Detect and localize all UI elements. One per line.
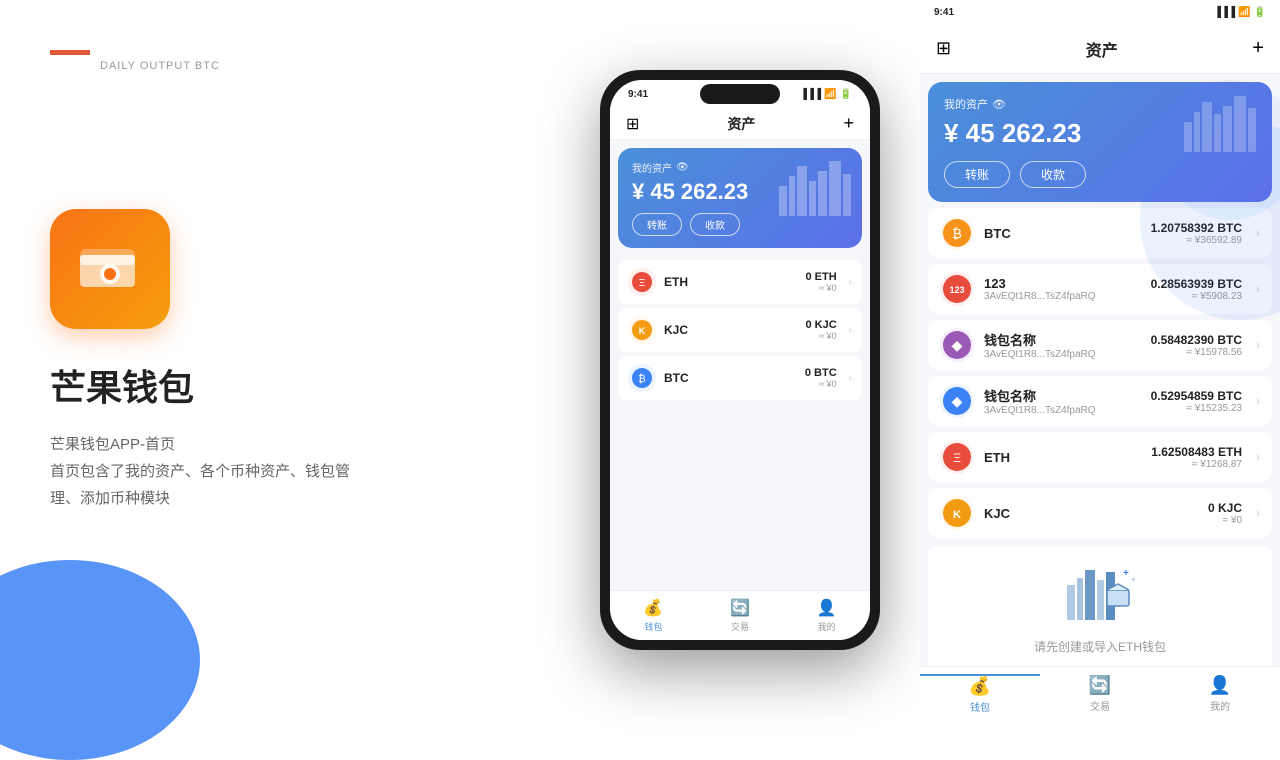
btc-icon: ₿	[628, 364, 656, 392]
right-profile-tab-icon: 👤	[1209, 675, 1231, 696]
wallet-tab-icon: 💰	[643, 598, 663, 618]
kjc-icon: K	[628, 316, 656, 344]
right-eth-info: ETH	[984, 450, 1141, 465]
svg-text:Ξ: Ξ	[639, 278, 646, 289]
app-icon	[50, 209, 170, 329]
right-coin-eth[interactable]: Ξ ETH 1.62508483 ETH ≈ ¥1268.87 ›	[928, 432, 1272, 482]
right-coin-wallet1[interactable]: ◆ 钱包名称 3AvEQt1R8...TsZ4fpaRQ 0.58482390 …	[928, 320, 1272, 370]
right-grid-icon[interactable]: ⊞	[936, 38, 951, 59]
app-desc: 芒果钱包APP-首页 首页包含了我的资产、各个币种资产、钱包管 理、添加币种模块	[50, 431, 510, 512]
right-123-info: 123 3AvEQt1R8...TsZ4fpaRQ	[984, 276, 1141, 302]
right-city-bg-svg	[1182, 92, 1262, 152]
right-kjc-chevron-icon: ›	[1256, 506, 1260, 520]
right-123-chevron-icon: ›	[1256, 282, 1260, 296]
right-tabs: 💰 钱包 🔄 交易 👤 我的	[920, 666, 1280, 720]
app-title: 芒果钱包	[50, 359, 510, 411]
right-wallet-tab-icon: 💰	[969, 676, 991, 697]
svg-text:₿: ₿	[952, 226, 962, 241]
svg-text:K: K	[953, 509, 961, 521]
subtitle-top: DAILY OUTPUT BTC	[100, 60, 220, 72]
right-asset-buttons: 转账 收款	[944, 161, 1256, 188]
svg-text:K: K	[639, 326, 646, 336]
right-tab-profile[interactable]: 👤 我的	[1160, 675, 1280, 713]
phone-coin-list: Ξ ETH 0 ETH ≈ ¥0 ›	[610, 256, 870, 590]
phone-tabs: 💰 钱包 🔄 交易 👤 我的	[610, 590, 870, 640]
right-wallet1-info: 钱包名称 3AvEQt1R8...TsZ4fpaRQ	[984, 330, 1141, 360]
eye-icon[interactable]: 👁	[676, 162, 689, 173]
left-panel: DAILY OUTPUT BTC 芒果钱包 芒果钱包APP-首页 首页包含了我的…	[0, 0, 560, 720]
phone-section: 9:41 ▐▐▐ 📶 🔋 ⊞ 资产 + 我的资产 👁	[560, 0, 920, 720]
phone-screen: 9:41 ▐▐▐ 📶 🔋 ⊞ 资产 + 我的资产 👁	[610, 80, 870, 640]
right-wallet2-icon: ◆	[940, 384, 974, 418]
right-asset-card: 我的资产 👁 ¥ 45 262.23 转账 收款	[928, 82, 1272, 202]
right-transfer-button[interactable]: 转账	[944, 161, 1010, 188]
svg-text:+: +	[1123, 568, 1129, 579]
svg-text:123: 123	[949, 285, 964, 295]
eth-icon: Ξ	[628, 268, 656, 296]
box-icon: + +	[1065, 560, 1135, 632]
status-icons: ▐▐▐ 📶 🔋	[800, 89, 852, 100]
right-coin-kjc[interactable]: K KJC 0 KJC ≈ ¥0 ›	[928, 488, 1272, 538]
city-bg-svg	[774, 156, 854, 216]
phone-receive-button[interactable]: 收款	[690, 213, 740, 236]
right-wallet1-icon: ◆	[940, 328, 974, 362]
right-header: ⊞ 资产 +	[920, 24, 1280, 74]
right-status-icons: ▐▐▐ 📶 🔋	[1214, 7, 1266, 18]
right-kjc-icon: K	[940, 496, 974, 530]
phone-nav-bar: ⊞ 资产 +	[610, 108, 870, 140]
right-tab-transaction[interactable]: 🔄 交易	[1040, 675, 1160, 713]
phone-coin-eth[interactable]: Ξ ETH 0 ETH ≈ ¥0 ›	[618, 260, 862, 304]
right-btc-icon: ₿	[940, 216, 974, 250]
right-bottom-text: 请先创建或导入ETH钱包	[1034, 638, 1166, 655]
phone-shell: 9:41 ▐▐▐ 📶 🔋 ⊞ 资产 + 我的资产 👁	[600, 70, 880, 650]
phone-asset-buttons: 转账 收款	[632, 213, 848, 236]
right-kjc-info: KJC	[984, 506, 1198, 521]
right-panel: 9:41 ▐▐▐ 📶 🔋 ⊞ 资产 + 我的资产 👁 ¥ 45 262.23 转…	[920, 0, 1280, 720]
right-transaction-tab-icon: 🔄	[1089, 675, 1111, 696]
right-wallet1-chevron-icon: ›	[1256, 338, 1260, 352]
phone-notch	[700, 84, 780, 104]
app-icon-svg	[70, 229, 150, 309]
phone-tab-wallet[interactable]: 💰 钱包	[610, 598, 697, 633]
right-eth-chevron-icon: ›	[1256, 450, 1260, 464]
phone-nav-add-button[interactable]: +	[843, 113, 854, 134]
blue-blob	[0, 560, 200, 760]
right-coin-123[interactable]: 123 123 3AvEQt1R8...TsZ4fpaRQ 0.28563939…	[928, 264, 1272, 314]
right-coin-wallet2[interactable]: ◆ 钱包名称 3AvEQt1R8...TsZ4fpaRQ 0.52954859 …	[928, 376, 1272, 426]
phone-coin-btc[interactable]: ₿ BTC 0 BTC ≈ ¥0 ›	[618, 356, 862, 400]
transaction-tab-icon: 🔄	[730, 598, 750, 618]
right-wallet2-info: 钱包名称 3AvEQt1R8...TsZ4fpaRQ	[984, 386, 1141, 416]
btc-chevron-icon: ›	[849, 373, 852, 384]
kjc-chevron-icon: ›	[849, 325, 852, 336]
right-eth-icon: Ξ	[940, 440, 974, 474]
right-123-icon: 123	[940, 272, 974, 306]
profile-tab-icon: 👤	[817, 598, 837, 618]
right-add-button[interactable]: +	[1252, 37, 1264, 60]
accent-bar	[50, 50, 90, 55]
right-eye-icon[interactable]: 👁	[992, 98, 1006, 111]
right-wallet2-chevron-icon: ›	[1256, 394, 1260, 408]
right-btc-info: BTC	[984, 226, 1141, 241]
phone-nav-grid-icon[interactable]: ⊞	[626, 114, 639, 134]
right-bottom-section: + + 请先创建或导入ETH钱包 创建 导入	[928, 546, 1272, 666]
svg-text:◆: ◆	[952, 393, 963, 409]
phone-asset-card: 我的资产 👁 ¥ 45 262.23 转账 收款	[618, 148, 862, 248]
svg-text:Ξ: Ξ	[953, 451, 961, 465]
right-btc-chevron-icon: ›	[1256, 226, 1260, 240]
right-status-bar: 9:41 ▐▐▐ 📶 🔋	[920, 0, 1280, 24]
right-coin-btc[interactable]: ₿ BTC 1.20758392 BTC ≈ ¥36592.89 ›	[928, 208, 1272, 258]
right-tab-wallet[interactable]: 💰 钱包	[920, 674, 1040, 714]
svg-text:₿: ₿	[638, 373, 645, 385]
phone-tab-transaction[interactable]: 🔄 交易	[697, 598, 784, 633]
phone-tab-profile[interactable]: 👤 我的	[783, 598, 870, 633]
phone-content: 我的资产 👁 ¥ 45 262.23 转账 收款	[610, 140, 870, 590]
eth-chevron-icon: ›	[849, 277, 852, 288]
right-receive-button[interactable]: 收款	[1020, 161, 1086, 188]
svg-text:+: +	[1131, 575, 1135, 584]
phone-transfer-button[interactable]: 转账	[632, 213, 682, 236]
right-content: 我的资产 👁 ¥ 45 262.23 转账 收款	[920, 74, 1280, 666]
svg-text:◆: ◆	[952, 337, 963, 353]
phone-coin-kjc[interactable]: K KJC 0 KJC ≈ ¥0 ›	[618, 308, 862, 352]
